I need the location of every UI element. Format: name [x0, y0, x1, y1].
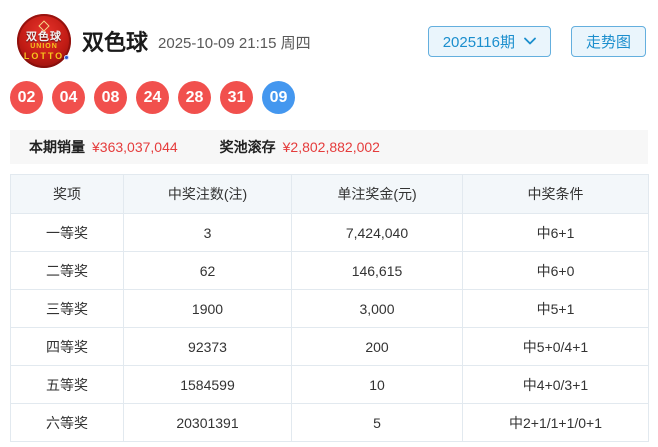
prize-table-head: 奖项 中奖注数(注) 单注奖金(元) 中奖条件 — [10, 174, 649, 214]
logo-cn-text: 双色球 — [26, 30, 62, 43]
logo-lotto-text: LOTTO — [24, 51, 70, 61]
table-cell: 中6+0 — [462, 251, 649, 290]
table-cell: 92373 — [123, 327, 292, 366]
header-actions: 2025116期 走势图 — [427, 25, 646, 57]
table-row: 一等奖 3 7,424,040 中6+1 — [10, 213, 649, 252]
table-cell: 中6+1 — [462, 213, 649, 252]
table-cell: 1584599 — [123, 365, 292, 404]
table-cell: 三等奖 — [10, 289, 124, 328]
table-cell: 1900 — [123, 289, 292, 328]
red-ball: 08 — [94, 81, 127, 114]
table-cell: 中2+1/1+1/0+1 — [462, 403, 649, 442]
issue-select-dropdown[interactable]: 2025116期 — [427, 25, 551, 57]
table-cell: 5 — [291, 403, 463, 442]
table-cell: 中5+1 — [462, 289, 649, 328]
red-ball: 24 — [136, 81, 169, 114]
prize-table: 奖项 中奖注数(注) 单注奖金(元) 中奖条件 一等奖 3 7,424,040 中6+1 二等… — [10, 174, 649, 442]
prize-table-body: 一等奖 3 7,424,040 中6+1 二等奖 62 146,615 中6+0 三等奖 1900… — [10, 213, 649, 442]
trend-chart-button[interactable]: 走势图 — [570, 25, 646, 57]
table-row: 三等奖 1900 3,000 中5+1 — [10, 289, 649, 328]
table-cell: 二等奖 — [10, 251, 124, 290]
table-row: 四等奖 92373 200 中5+0/4+1 — [10, 327, 649, 366]
sales-label: 本期销量 — [29, 139, 85, 155]
blue-ball: 09 — [262, 81, 295, 114]
gem-icon — [38, 19, 50, 32]
issue-select-label: 2025116期 — [442, 33, 515, 51]
table-cell: 200 — [291, 327, 463, 366]
red-ball: 31 — [220, 81, 253, 114]
table-cell: 中4+0/3+1 — [462, 365, 649, 404]
table-cell: 五等奖 — [10, 365, 124, 404]
page-title: 双色球 — [82, 30, 149, 55]
blue-dot-icon — [64, 54, 70, 60]
table-row: 二等奖 62 146,615 中6+0 — [10, 251, 649, 290]
page-header: 双色球 UNION LOTTO 双色球 2025-10-09 21:15 周四 … — [0, 0, 658, 68]
table-cell: 中5+0/4+1 — [462, 327, 649, 366]
table-cell: 四等奖 — [10, 327, 124, 366]
table-cell: 146,615 — [291, 251, 463, 290]
table-cell: 一等奖 — [10, 213, 124, 252]
pool-value: ¥2,802,882,002 — [282, 139, 380, 155]
table-cell: 62 — [123, 251, 292, 290]
trend-chart-button-label: 走势图 — [585, 33, 631, 51]
logo-union-text: UNION — [30, 42, 58, 50]
table-cell: 3,000 — [291, 289, 463, 328]
table-row: 六等奖 20301391 5 中2+1/1+1/0+1 — [10, 403, 649, 442]
draw-datetime: 2025-10-09 21:15 周四 — [158, 35, 311, 52]
table-cell: 3 — [123, 213, 292, 252]
stats-bar: 本期销量 ¥363,037,044 奖池滚存 ¥2,802,882,002 — [10, 130, 648, 164]
table-header-cell: 中奖注数(注) — [123, 174, 292, 214]
table-header-cell: 中奖条件 — [462, 174, 649, 214]
table-header-cell: 单注奖金(元) — [291, 174, 463, 214]
table-cell: 六等奖 — [10, 403, 124, 442]
winning-numbers: 02 04 08 24 28 31 09 — [0, 81, 658, 114]
red-ball: 28 — [178, 81, 211, 114]
red-ball: 04 — [52, 81, 85, 114]
red-ball: 02 — [10, 81, 43, 114]
table-cell: 20301391 — [123, 403, 292, 442]
union-lotto-logo-icon: 双色球 UNION LOTTO — [17, 14, 71, 68]
table-cell: 10 — [291, 365, 463, 404]
table-header-cell: 奖项 — [10, 174, 124, 214]
table-cell: 7,424,040 — [291, 213, 463, 252]
sales-value: ¥363,037,044 — [92, 139, 178, 155]
table-header-row: 奖项 中奖注数(注) 单注奖金(元) 中奖条件 — [10, 174, 649, 214]
pool-label: 奖池滚存 — [219, 139, 276, 155]
table-row: 五等奖 1584599 10 中4+0/3+1 — [10, 365, 649, 404]
chevron-down-icon — [524, 37, 536, 45]
